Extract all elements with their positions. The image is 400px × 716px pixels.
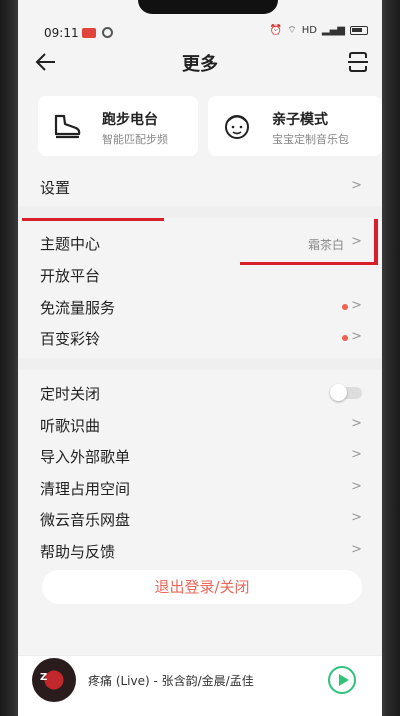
red-dot-badge (342, 335, 348, 341)
open-platform-row[interactable]: 开放平台 (18, 258, 382, 290)
divider (18, 206, 382, 218)
card-subtitle: 智能匹配步频 (102, 133, 168, 146)
album-art[interactable]: Z (32, 658, 76, 702)
scan-button[interactable] (346, 50, 370, 74)
clear-space-label: 清理占用空间 (40, 480, 131, 498)
song-title: 疼痛 (Live) - 张含韵/金晨/孟佳 (88, 674, 254, 688)
card-title: 跑步电台 (102, 112, 158, 128)
divider (18, 358, 382, 370)
chevron-right-icon: > (351, 479, 362, 494)
sync-icon (102, 27, 113, 38)
theme-value: 霜茶白 (307, 238, 344, 252)
timer-off-row[interactable]: 定时关闭 (18, 376, 382, 408)
free-traffic-row[interactable]: 免流量服务 > (18, 290, 382, 322)
free-traffic-label: 免流量服务 (40, 299, 116, 317)
parent-child-card[interactable]: 亲子模式 宝宝定制音乐包 (208, 96, 382, 156)
logout-button[interactable]: 退出登录/关闭 (42, 570, 362, 604)
red-dot-badge (342, 304, 348, 310)
help-feedback-label: 帮助与反馈 (40, 543, 116, 561)
ringtone-row[interactable]: 百变彩铃 > (18, 321, 382, 353)
chevron-right-icon: > (351, 329, 362, 344)
settings-row[interactable]: 设置 > (18, 170, 382, 202)
theme-center-label: 主题中心 (40, 235, 101, 253)
mini-player[interactable]: Z 疼痛 (Live) - 张含韵/金晨/孟佳 (18, 655, 382, 716)
running-shoe-icon (54, 114, 81, 139)
alarm-icon: ⏰ (269, 25, 283, 36)
song-recognition-row[interactable]: 听歌识曲 > (18, 408, 382, 440)
card-subtitle: 宝宝定制音乐包 (272, 133, 349, 146)
chevron-right-icon: > (351, 510, 362, 525)
wifi-icon: ⌔ (287, 25, 297, 36)
notification-icon (82, 28, 96, 38)
page-title: 更多 (182, 54, 218, 75)
chevron-right-icon: > (351, 542, 362, 557)
header: 更多 (18, 40, 382, 84)
settings-label: 设置 (40, 179, 71, 197)
theme-center-row[interactable]: 主题中心 霜茶白 > (18, 226, 382, 258)
chevron-right-icon: > (351, 178, 362, 193)
card-title: 亲子模式 (272, 112, 328, 128)
timer-off-label: 定时关闭 (40, 385, 101, 403)
album-text: Z (40, 672, 48, 683)
song-recognition-label: 听歌识曲 (40, 417, 101, 435)
import-playlist-row[interactable]: 导入外部歌单 > (18, 439, 382, 471)
clear-space-row[interactable]: 清理占用空间 > (18, 471, 382, 503)
status-icons: ⏰ ⌔ HD ▂▄▆ (270, 24, 368, 37)
scan-icon (348, 52, 368, 72)
open-platform-label: 开放平台 (40, 267, 101, 285)
status-time: 09:11 (44, 26, 79, 40)
highlight-annotation (22, 218, 164, 221)
screen: 09:11 ⏰ ⌔ HD ▂▄▆ 更多 跑步电台 智能匹配步频 亲子模式 宝宝定… (18, 0, 382, 716)
timer-off-toggle[interactable] (330, 384, 362, 401)
play-button[interactable] (328, 666, 356, 694)
phone-bezel-left (0, 0, 18, 716)
status-bar: 09:11 ⏰ ⌔ HD ▂▄▆ (18, 0, 382, 40)
chevron-right-icon: > (351, 447, 362, 462)
signal-icon: ▂▄▆ (321, 25, 345, 36)
phone-frame: 09:11 ⏰ ⌔ HD ▂▄▆ 更多 跑步电台 智能匹配步频 亲子模式 宝宝定… (0, 0, 400, 716)
help-feedback-row[interactable]: 帮助与反馈 > (18, 534, 382, 566)
chevron-right-icon: > (351, 416, 362, 431)
phone-bezel-right (382, 0, 400, 716)
running-radio-card[interactable]: 跑步电台 智能匹配步频 (38, 96, 198, 156)
chevron-right-icon: > (351, 298, 362, 313)
import-playlist-label: 导入外部歌单 (40, 448, 131, 466)
feature-cards: 跑步电台 智能匹配步频 亲子模式 宝宝定制音乐包 (38, 96, 382, 156)
child-face-icon (225, 115, 249, 139)
network-label: HD (301, 25, 317, 36)
ringtone-label: 百变彩铃 (40, 330, 101, 348)
battery-icon (350, 26, 368, 35)
chevron-right-icon: > (351, 234, 362, 249)
weiyun-disk-label: 微云音乐网盘 (40, 511, 131, 529)
weiyun-disk-row[interactable]: 微云音乐网盘 > (18, 502, 382, 534)
